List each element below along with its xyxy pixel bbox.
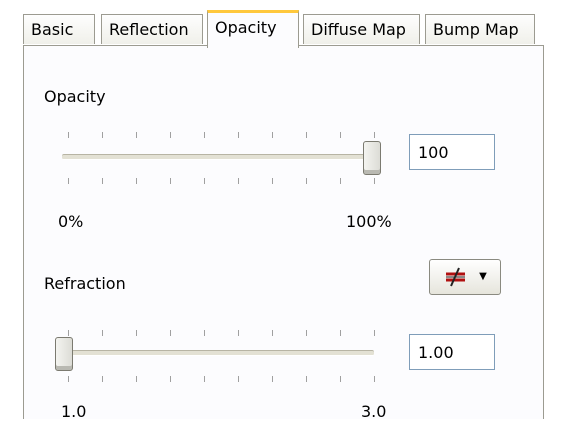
opacity-top-ticks — [68, 132, 388, 142]
refraction-bottom-ticks — [68, 376, 388, 386]
refraction-value-input[interactable] — [409, 334, 495, 370]
tab-diffuse-map[interactable]: Diffuse Map — [303, 14, 420, 44]
refraction-slider-track[interactable] — [62, 350, 374, 356]
refraction-preset-button[interactable]: ▼ — [429, 259, 501, 295]
refraction-preset-icon — [446, 267, 466, 287]
refraction-slider-thumb[interactable] — [55, 337, 73, 371]
opacity-panel: Opacity 0% 100% Refraction ▼ — [23, 45, 544, 421]
tab-strip: Basic Reflection Opacity Diffuse Map Bum… — [0, 0, 561, 48]
opacity-bottom-ticks — [68, 178, 388, 188]
tab-basic[interactable]: Basic — [23, 14, 95, 44]
tab-reflection[interactable]: Reflection — [101, 14, 203, 44]
refraction-min-label: 1.0 — [61, 402, 87, 421]
opacity-label: Opacity — [44, 87, 106, 106]
opacity-max-label: 100% — [346, 212, 392, 231]
chevron-down-icon: ▼ — [479, 271, 487, 282]
refraction-label: Refraction — [44, 274, 126, 293]
refraction-max-label: 3.0 — [361, 402, 387, 421]
opacity-value-input[interactable] — [409, 134, 495, 170]
opacity-min-label: 0% — [58, 212, 84, 231]
refraction-top-ticks — [68, 330, 388, 340]
tab-opacity[interactable]: Opacity — [207, 10, 299, 48]
tab-bump-map[interactable]: Bump Map — [425, 14, 535, 44]
opacity-slider-track[interactable] — [62, 154, 374, 160]
opacity-slider-thumb[interactable] — [363, 141, 381, 175]
